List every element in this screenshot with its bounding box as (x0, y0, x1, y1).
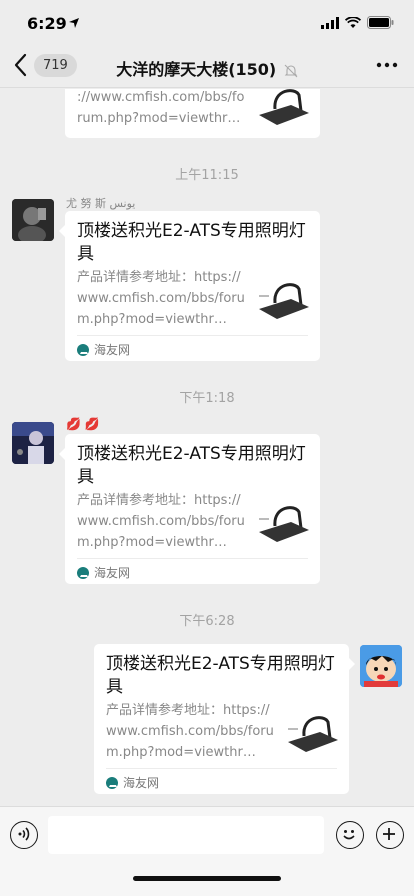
avatar-image (12, 199, 54, 241)
link-card-message[interactable]: 顶楼送积光E2-ATS专用照明灯具 产品详情参考地址：https://www.c… (59, 211, 320, 361)
link-card-message[interactable]: ://www.cmfish.com/bbs/forum.php?mod=view… (65, 89, 320, 138)
message-input[interactable] (48, 816, 324, 854)
sender-name: 尤 努 斯 يونس (66, 197, 136, 210)
card-title: 顶楼送积光E2-ATS专用照明灯具 (106, 654, 335, 697)
chat-title-wrap: 大洋的摩天大楼(150) (0, 56, 414, 80)
status-time: 6:29 (27, 14, 67, 33)
plus-button[interactable] (376, 821, 404, 849)
link-card-message[interactable]: 顶楼送积光E2-ATS专用照明灯具 产品详情参考地址：https://www.c… (59, 434, 320, 584)
home-indicator[interactable] (133, 876, 281, 881)
avatar-self[interactable] (360, 645, 402, 687)
emoji-icon (343, 830, 355, 840)
wifi-icon (345, 16, 361, 28)
card-description: 产品详情参考地址：https://www.cmfish.com/bbs/foru… (77, 270, 245, 327)
product-thumbnail-image (282, 696, 342, 756)
message-input-bar (0, 806, 414, 896)
emoji-button[interactable] (336, 821, 364, 849)
message-timestamp: 下午6:28 (179, 614, 235, 629)
location-arrow-icon (69, 18, 79, 28)
avatar[interactable] (12, 199, 54, 241)
avatar-image (12, 422, 54, 464)
sender-name: 💋 💋 (66, 417, 100, 431)
card-title: 顶楼送积光E2-ATS专用照明灯具 (77, 444, 306, 487)
chat-title: 大洋的摩天大楼(150) (116, 60, 277, 79)
plus-icon (383, 828, 395, 840)
product-thumbnail-image (253, 486, 313, 546)
voice-icon (18, 827, 30, 841)
voice-button[interactable] (10, 821, 38, 849)
card-description: 产品详情参考地址：https://www.cmfish.com/bbs/foru… (77, 493, 245, 550)
link-card-message-own[interactable]: 顶楼送积光E2-ATS专用照明灯具 产品详情参考地址：https://www.c… (94, 644, 355, 794)
more-dots-icon[interactable] (376, 58, 398, 72)
source-logo-icon (106, 776, 118, 789)
status-indicators (321, 16, 394, 29)
chat-message-list[interactable]: ://www.cmfish.com/bbs/forum.php?mod=view… (0, 89, 414, 806)
status-bar: 6:29 (0, 0, 414, 44)
bell-off-icon (284, 64, 298, 77)
product-thumbnail-image (253, 89, 313, 129)
card-description: ://www.cmfish.com/bbs/forum.php?mod=view… (77, 90, 245, 126)
product-thumbnail-image (253, 263, 313, 323)
source-logo-icon (77, 343, 89, 356)
card-source-label: 海友网 (94, 566, 131, 580)
avatar-image (360, 645, 402, 687)
card-source: 海友网 (77, 341, 130, 358)
card-source-label: 海友网 (94, 343, 131, 357)
avatar[interactable] (12, 422, 54, 464)
card-source-label: 海友网 (123, 776, 160, 790)
card-source: 海友网 (106, 774, 159, 791)
signal-icon (321, 16, 339, 29)
card-source: 海友网 (77, 564, 130, 581)
message-timestamp: 上午11:15 (175, 168, 239, 183)
card-description: 产品详情参考地址：https://www.cmfish.com/bbs/foru… (106, 703, 274, 760)
battery-icon (367, 16, 394, 29)
card-title: 顶楼送积光E2-ATS专用照明灯具 (77, 221, 306, 264)
message-timestamp: 下午1:18 (179, 391, 235, 406)
source-logo-icon (77, 566, 89, 579)
chat-header: 719 大洋的摩天大楼(150) (0, 44, 414, 88)
